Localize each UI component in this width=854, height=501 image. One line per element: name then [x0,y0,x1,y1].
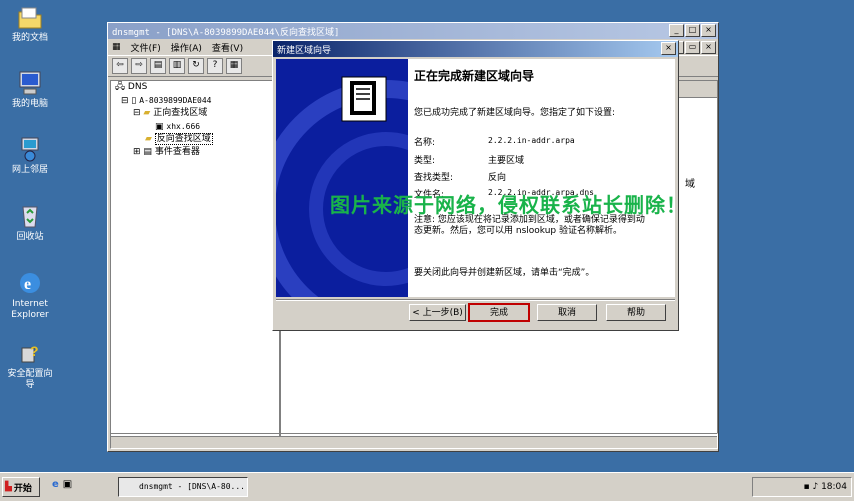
expand-minus-icon[interactable]: ⊟ [121,96,129,106]
tree-item-event-viewer[interactable]: ⊞ ▤ 事件查看器 [111,146,279,159]
folder-icon [16,4,44,30]
new-zone-wizard-dialog: 新建区域向导 × 正在完成新建区域向导 您已成功完成了新建区域向导。您指定了如下… [272,40,679,331]
cancel-button[interactable]: 取消 [537,304,597,321]
dialog-title: 新建区域向导 [277,45,332,56]
desktop-icon-network[interactable]: 网上邻居 [4,136,56,176]
help-icon[interactable]: ? [207,58,223,74]
field-lookup-value: 反向 [488,173,507,183]
tree-label: 事件查看器 [154,147,200,157]
taskbar: ▙ 开始 e ▣ dnsmgmt - [DNS\A-80... ▪ ♪ 18:0… [0,472,854,501]
desktop-icon-label: 我的电脑 [11,99,48,109]
svg-text:e: e [24,276,31,293]
svg-text:?: ? [30,343,39,359]
desktop-icon-internet-explorer[interactable]: e Internet Explorer [4,270,56,321]
recycle-bin-icon [16,203,44,229]
ie-quicklaunch-icon[interactable]: e [52,479,59,490]
folder-icon: ▰ [145,134,152,144]
field-lookup-label: 查找类型: [414,173,454,183]
system-tray: ▪ ♪ 18:04 [752,477,852,497]
field-name-label: 名称: [414,138,436,148]
wizard-heading: 正在完成新建区域向导 [414,69,535,83]
desktop-icon-recycle-bin[interactable]: 回收站 [4,203,56,243]
dialog-divider [276,299,675,301]
tree-label: xhx.666 [166,122,201,131]
desktop-icon-my-computer[interactable]: 我的电脑 [4,70,56,110]
back-button[interactable]: < 上一步(B) [409,304,466,321]
wizard-closing: 要关闭此向导并创建新区域，请单击“完成”。 [414,268,595,278]
tray-network-icon[interactable]: ▪ [803,482,809,492]
tree-item-reverse-zone[interactable]: ▰ 反向查找区域 [111,133,279,146]
status-bar [110,433,718,449]
desktop-icon-label: 我的文档 [11,33,48,43]
window-title: dnsmgmt - [DNS\A-8039899DAE044\反向查找区域] [112,27,340,38]
wizard-content: 正在完成新建区域向导 您已成功完成了新建区域向导。您指定了如下设置: 名称: 2… [408,59,675,297]
clock: 18:04 [821,482,847,492]
menu-view[interactable]: 查看(V) [212,41,243,54]
dns-icon: 🖧 [115,82,126,92]
expand-minus-icon[interactable]: ⊟ [133,108,141,118]
field-type-label: 类型: [414,156,436,166]
desktop-icon-label: 安全配置向导 [7,369,53,390]
start-button[interactable]: ▙ 开始 [2,477,40,497]
windows-logo-icon: ▙ [5,482,12,492]
wizard-note: 注意: 您应该现在将记录添加到区域，或者确保记录得到动态更新。然后，您可以用 n… [414,215,645,236]
computer-icon [16,70,44,96]
ie-icon: e [16,270,44,296]
refresh-icon[interactable]: ↻ [188,58,204,74]
event-viewer-icon: ▤ [143,147,152,157]
desktop-icon-label: 网上邻居 [11,165,48,175]
maximize-button[interactable]: □ [685,24,700,37]
taskbar-item-label: dnsmgmt - [DNS\A-80... [139,482,245,491]
dialog-close-button[interactable]: × [661,42,676,55]
zone-icon: ▣ [155,122,164,132]
close-button[interactable]: × [701,24,716,37]
details-partial-text: 域 [685,179,695,190]
expand-plus-icon[interactable]: ⊞ [133,147,141,157]
tree-item-forward-zone[interactable]: ⊟ ▰ 正向查找区域 [111,107,279,120]
window-titlebar[interactable]: dnsmgmt - [DNS\A-8039899DAE044\反向查找区域] _… [108,23,718,39]
tree-label: DNS [127,82,148,92]
minimize-button[interactable]: _ [669,24,684,37]
tree-label: 反向查找区域 [154,133,213,145]
tree-item-dns[interactable]: 🖧 DNS [111,81,279,94]
quick-launch: e ▣ [52,479,72,490]
desktop-icon-security-wizard[interactable]: ? 安全配置向导 [4,340,56,391]
desktop-quicklaunch-icon[interactable]: ▣ [63,479,72,490]
back-arrow-icon[interactable]: ⇦ [112,58,128,74]
child-close-button[interactable]: × [701,41,716,54]
child-restore-button[interactable]: ▭ [685,41,700,54]
server-icon: ▯ [131,96,137,106]
wizard-banner [276,59,408,297]
menu-action[interactable]: 操作(A) [171,41,202,54]
forward-arrow-icon[interactable]: ⇨ [131,58,147,74]
tree-label: A-8039899DAE044 [139,96,212,105]
show-tree-icon[interactable]: ▥ [169,58,185,74]
mmc-icon: ▦ [112,42,121,52]
taskbar-item-dnsmgmt[interactable]: dnsmgmt - [DNS\A-80... [118,477,248,497]
dialog-titlebar[interactable]: 新建区域向导 × [273,41,678,57]
properties-icon[interactable]: ▦ [226,58,242,74]
help-button[interactable]: 帮助 [606,304,666,321]
menu-file[interactable]: 文件(F) [131,41,161,54]
tree-item-zone-xhx[interactable]: ▣ xhx.666 [111,120,279,133]
console-tree: 🖧 DNS ⊟ ▯ A-8039899DAE044 ⊟ ▰ 正向查找区域 ▣ x… [110,80,280,437]
up-folder-icon[interactable]: ▤ [150,58,166,74]
tray-volume-icon[interactable]: ♪ [812,482,818,492]
wizard-intro: 您已成功完成了新建区域向导。您指定了如下设置: [414,108,616,118]
field-type-value: 主要区域 [488,156,525,166]
desktop-icon-my-documents[interactable]: 我的文档 [4,4,56,44]
tree-item-server[interactable]: ⊟ ▯ A-8039899DAE044 [111,94,279,107]
watermark-text: 图片来源于网络，侵权联系站长删除！ [330,193,687,217]
field-name-value: 2.2.2.in-addr.arpa [488,136,575,145]
folder-icon: ▰ [143,108,151,118]
start-label: 开始 [13,483,32,494]
desktop-icon-label: Internet Explorer [11,299,49,320]
network-icon [16,136,44,162]
finish-button[interactable]: 完成 [468,303,530,322]
security-wizard-icon: ? [16,340,44,366]
tree-label: 正向查找区域 [153,108,208,118]
desktop-icon-label: 回收站 [16,232,44,242]
